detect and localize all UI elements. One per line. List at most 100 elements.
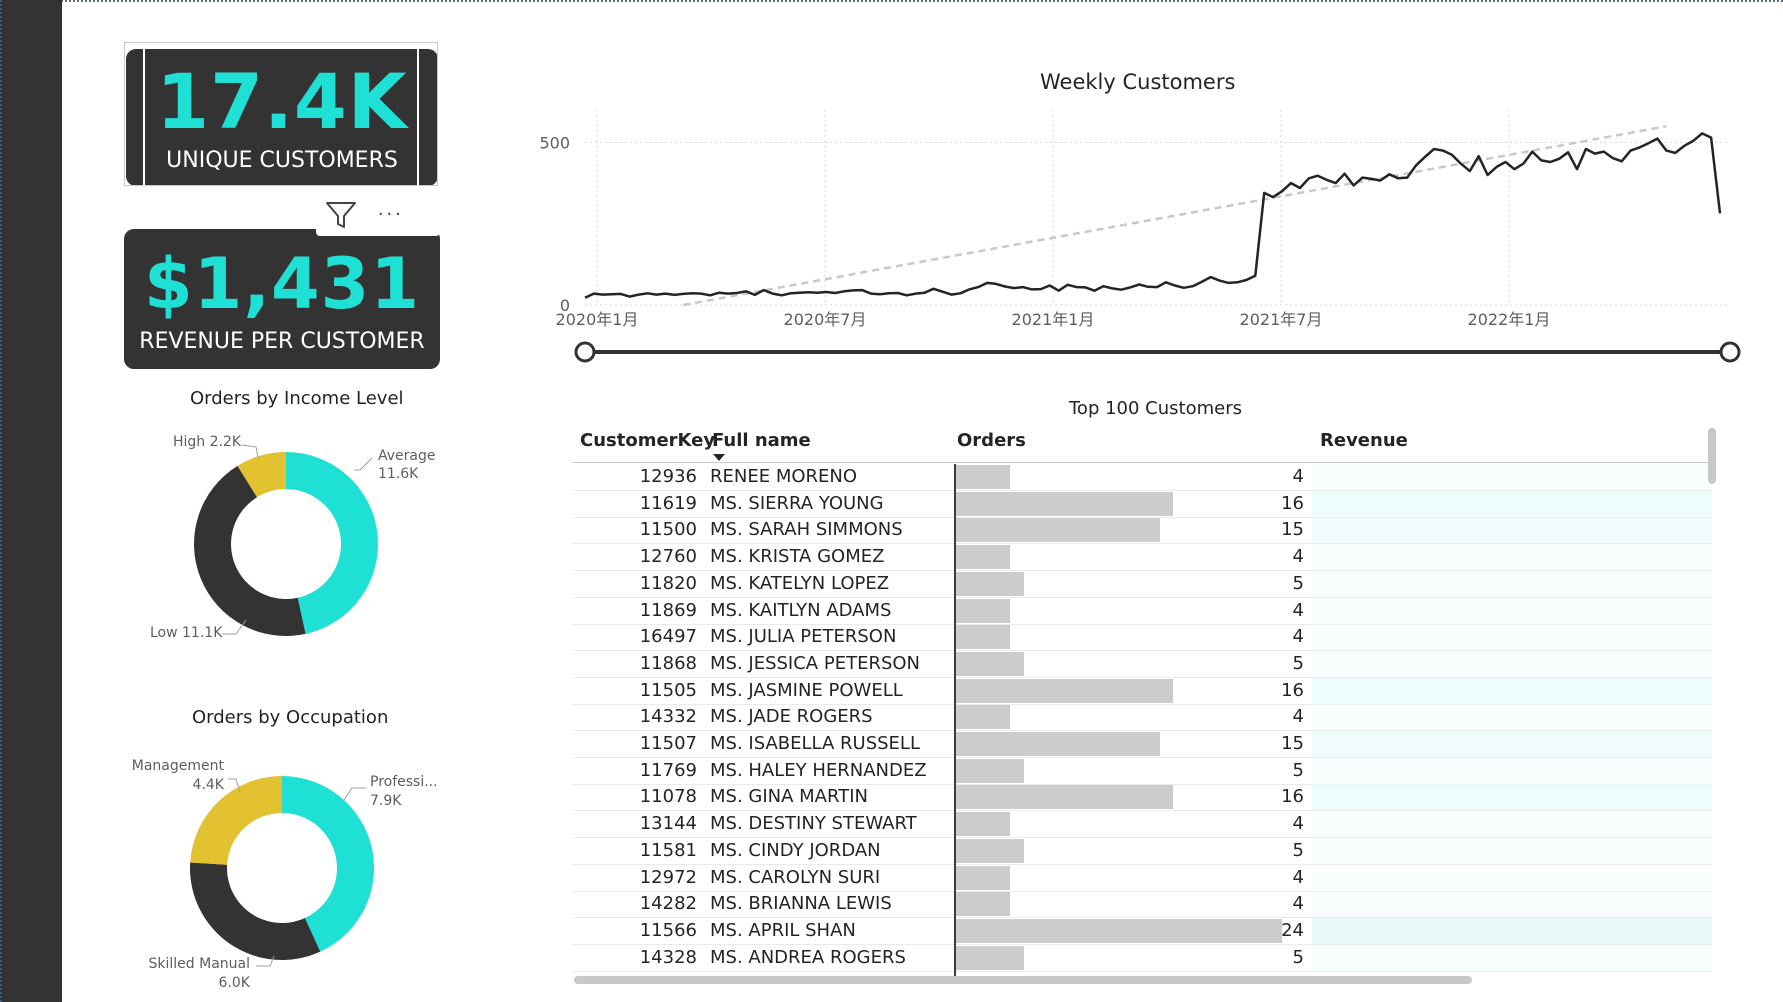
table-row[interactable]: 11507 MS. ISABELLA RUSSELL 15	[572, 731, 1712, 758]
orders-cell: 4	[1292, 626, 1304, 648]
orders-cell: 4	[1292, 706, 1304, 728]
customer-key-cell: 11820	[639, 572, 697, 594]
y-tick-label: 500	[539, 134, 570, 153]
horizontal-scrollbar[interactable]	[574, 976, 1472, 984]
full-name-cell: MS. BRIANNA LEWIS	[710, 893, 892, 915]
customer-key-cell: 11566	[639, 919, 697, 941]
x-tick-label: 2021年1月	[1012, 310, 1095, 329]
table-row[interactable]: 11078 MS. GINA MARTIN 16	[572, 784, 1712, 812]
table-row[interactable]: 14282 MS. BRIANNA LEWIS 4	[572, 891, 1712, 919]
full-name-cell: MS. KATELYN LOPEZ	[710, 572, 890, 594]
revenue-cell	[1312, 811, 1712, 838]
table-row[interactable]: 11566 MS. APRIL SHAN 24	[572, 917, 1712, 945]
table-row[interactable]: 11505 MS. JASMINE POWELL 16	[572, 677, 1712, 705]
table-row[interactable]: 12936 RENEE MORENO 4	[572, 464, 1712, 491]
orders-cell: 5	[1292, 759, 1304, 781]
customer-key-cell: 11505	[639, 679, 697, 701]
table-row[interactable]: 13144 MS. DESTINY STEWART 4	[572, 811, 1712, 839]
table-row[interactable]: 12760 MS. KRISTA GOMEZ 4	[572, 544, 1712, 572]
top-customers-table[interactable]: CustomerKey Full name Orders Revenue 129…	[572, 424, 1720, 984]
orders-cell: 4	[1292, 893, 1304, 915]
revenue-cell	[1312, 597, 1712, 624]
orders-cell: 4	[1292, 466, 1304, 487]
full-name-cell: MS. CAROLYN SURI	[710, 866, 881, 888]
orders-cell: 16	[1281, 679, 1304, 701]
customer-key-cell: 16497	[639, 626, 697, 648]
revenue-cell	[1312, 490, 1712, 517]
revenue-cell	[1312, 677, 1712, 704]
table-row[interactable]: 11869 MS. KAITLYN ADAMS 4	[572, 597, 1712, 625]
table-row[interactable]: 12972 MS. CAROLYN SURI 4	[572, 864, 1712, 892]
customer-key-cell: 11769	[639, 759, 697, 781]
table-row[interactable]: 16497 MS. JULIA PETERSON 4	[572, 624, 1712, 652]
full-name-cell: MS. KRISTA GOMEZ	[710, 546, 885, 568]
customer-key-cell: 11507	[639, 733, 697, 754]
full-name-cell: MS. JASMINE POWELL	[710, 679, 903, 701]
full-name-cell: MS. GINA MARTIN	[710, 786, 868, 808]
full-name-cell: RENEE MORENO	[710, 466, 858, 487]
header-orders[interactable]: Orders	[957, 430, 1026, 451]
table-row[interactable]: 11581 MS. CINDY JORDAN 5	[572, 837, 1712, 865]
header-customerkey[interactable]: CustomerKey	[580, 430, 715, 451]
weekly-customers-series-line[interactable]	[584, 132, 1722, 299]
header-revenue[interactable]: Revenue	[1320, 430, 1408, 451]
full-name-cell: MS. APRIL SHAN	[710, 919, 856, 941]
table-row[interactable]: 11500 MS. SARAH SIMMONS 15	[572, 517, 1712, 545]
table-row[interactable]: 11868 MS. JESSICA PETERSON 5	[572, 650, 1712, 678]
revenue-cell	[1312, 917, 1712, 944]
revenue-cell	[1312, 704, 1712, 731]
full-name-cell: MS. HALEY HERNANDEZ	[710, 759, 927, 781]
orders-cell: 4	[1292, 813, 1304, 835]
customer-key-cell: 11078	[639, 786, 697, 808]
table-row[interactable]: 14332 MS. JADE ROGERS 4	[572, 704, 1712, 732]
revenue-cell	[1312, 544, 1712, 571]
customer-key-cell: 11500	[639, 519, 697, 541]
y-tick-label: 0	[560, 296, 570, 315]
revenue-cell	[1312, 731, 1712, 757]
customer-key-cell: 14282	[639, 893, 697, 915]
full-name-cell: MS. ANDREA ROGERS	[710, 946, 906, 968]
orders-cell: 4	[1292, 599, 1304, 621]
revenue-cell	[1312, 837, 1712, 864]
orders-column-divider	[954, 464, 956, 978]
customer-key-cell: 14332	[639, 706, 697, 728]
revenue-cell	[1312, 517, 1712, 544]
vertical-scrollbar[interactable]	[1708, 428, 1716, 484]
revenue-cell	[1312, 944, 1712, 971]
customer-key-cell: 12972	[639, 866, 697, 888]
orders-cell: 24	[1281, 919, 1304, 941]
customer-key-cell: 11869	[639, 599, 697, 621]
table-row[interactable]: 11769 MS. HALEY HERNANDEZ 5	[572, 757, 1712, 785]
revenue-cell	[1312, 864, 1712, 891]
weekly-customers-line-chart[interactable]: 2020年1月 2020年7月 2021年1月 2021年7月 2022年1月0500	[520, 100, 1760, 400]
full-name-cell: MS. ISABELLA RUSSELL	[710, 733, 920, 754]
full-name-cell: MS. SARAH SIMMONS	[710, 519, 903, 541]
orders-cell: 15	[1281, 519, 1304, 541]
customer-key-cell: 11868	[639, 652, 697, 674]
customer-key-cell: 12936	[639, 466, 697, 487]
full-name-cell: MS. SIERRA YOUNG	[710, 492, 884, 514]
orders-cell: 5	[1292, 572, 1304, 594]
revenue-cell	[1312, 650, 1712, 677]
occupation-leader-lines	[228, 778, 366, 967]
orders-cell: 4	[1292, 546, 1304, 568]
slider-start-handle[interactable]	[574, 341, 596, 363]
customer-key-cell: 13144	[639, 813, 697, 835]
table-row[interactable]: 11619 MS. SIERRA YOUNG 16	[572, 490, 1712, 518]
table-row[interactable]: 11820 MS. KATELYN LOPEZ 5	[572, 570, 1712, 598]
orders-cell: 4	[1292, 866, 1304, 888]
header-full-name[interactable]: Full name	[712, 430, 811, 451]
orders-cell: 5	[1292, 652, 1304, 674]
x-tick-label: 2022年1月	[1468, 310, 1551, 329]
customer-key-cell: 11619	[639, 492, 697, 514]
table-title: Top 100 Customers	[1069, 398, 1242, 419]
orders-cell: 16	[1281, 786, 1304, 808]
customer-key-cell: 11581	[639, 839, 697, 861]
customer-key-cell: 14328	[639, 946, 697, 968]
table-row[interactable]: 14328 MS. ANDREA ROGERS 5	[572, 944, 1712, 972]
line-chart-title: Weekly Customers	[1040, 70, 1236, 94]
revenue-cell	[1312, 624, 1712, 651]
slider-end-handle[interactable]	[1719, 341, 1741, 363]
orders-cell: 15	[1281, 733, 1304, 754]
revenue-cell	[1312, 757, 1712, 784]
